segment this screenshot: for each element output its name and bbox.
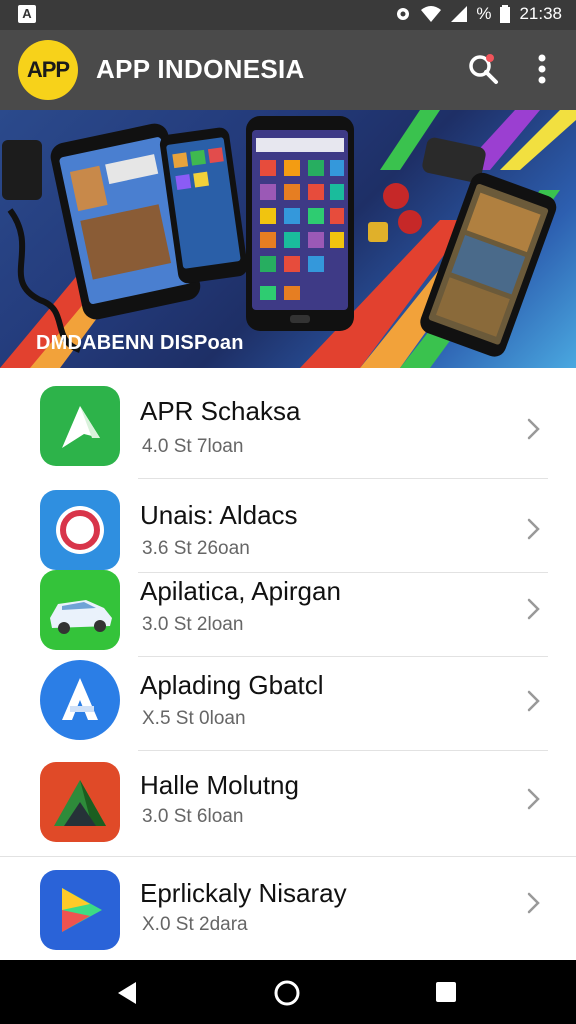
chevron-right-icon bbox=[527, 598, 540, 620]
app-meta: X.0 St 2dara bbox=[142, 914, 248, 935]
play-icon bbox=[40, 870, 120, 950]
list-item[interactable]: APR Schaksa 4.0 St 7loan bbox=[0, 374, 576, 474]
recents-icon[interactable] bbox=[434, 980, 458, 1004]
app-bar: APP APP INDONESIA bbox=[0, 30, 576, 110]
list-item[interactable]: Eprlickaly Nisaray X.0 St 2dara bbox=[0, 866, 576, 966]
pink-ring-icon bbox=[40, 490, 120, 570]
app-meta: 3.0 St 6loan bbox=[142, 806, 244, 827]
chevron-right-icon bbox=[527, 518, 540, 540]
overflow-menu-icon[interactable] bbox=[532, 52, 552, 86]
list-item[interactable]: Halle Molutng 3.0 St 6loan bbox=[0, 758, 576, 858]
back-icon[interactable] bbox=[114, 980, 140, 1006]
chevron-right-icon bbox=[527, 690, 540, 712]
battery-percent-text: % bbox=[476, 4, 492, 23]
signal-icon bbox=[451, 6, 468, 22]
status-icons: % 21:38 bbox=[394, 4, 562, 24]
notification-icon: A bbox=[18, 5, 36, 23]
app-name: Aplading Gbatcl bbox=[140, 670, 324, 700]
green-arrow-icon bbox=[40, 386, 120, 466]
wifi-icon bbox=[421, 6, 442, 22]
system-nav-bar bbox=[0, 960, 576, 1024]
settings-gear-icon bbox=[397, 8, 410, 20]
status-bar: A % 21:38 bbox=[0, 0, 576, 30]
app-list: APR Schaksa 4.0 St 7loan Unais: Aldacs 3… bbox=[0, 368, 576, 960]
promo-banner[interactable]: DMDABENN DISPoan bbox=[0, 110, 576, 368]
app-meta: 3.6 St 26oan bbox=[142, 538, 250, 559]
letter-a-icon bbox=[40, 660, 120, 740]
banner-caption: DMDABENN DISPoan bbox=[36, 332, 244, 354]
app-logo: APP bbox=[18, 40, 78, 100]
car-icon bbox=[40, 570, 120, 650]
app-title: APP INDONESIA bbox=[96, 54, 305, 84]
app-name: Halle Molutng bbox=[140, 770, 299, 800]
app-name: APR Schaksa bbox=[140, 396, 301, 426]
chevron-right-icon bbox=[527, 788, 540, 810]
home-icon[interactable] bbox=[273, 979, 301, 1007]
list-item[interactable]: Aplading Gbatcl X.5 St 0loan bbox=[0, 656, 576, 756]
triangle-icon bbox=[40, 762, 120, 842]
search-icon[interactable] bbox=[466, 52, 500, 86]
chevron-right-icon bbox=[527, 418, 540, 440]
clock-text: 21:38 bbox=[519, 4, 562, 23]
list-item[interactable]: Apilatica, Apirgan 3.0 St 2loan bbox=[0, 560, 576, 660]
divider bbox=[138, 750, 548, 751]
divider bbox=[138, 478, 548, 479]
app-name: Eprlickaly Nisaray bbox=[140, 878, 347, 908]
app-meta: 3.0 St 2loan bbox=[142, 614, 244, 635]
battery-icon bbox=[500, 5, 511, 23]
app-meta: X.5 St 0loan bbox=[142, 708, 246, 729]
divider bbox=[0, 856, 576, 857]
app-name: Unais: Aldacs bbox=[140, 500, 298, 530]
app-name: Apilatica, Apirgan bbox=[140, 576, 341, 606]
chevron-right-icon bbox=[527, 892, 540, 914]
app-meta: 4.0 St 7loan bbox=[142, 436, 244, 457]
banner-artwork bbox=[0, 110, 576, 368]
